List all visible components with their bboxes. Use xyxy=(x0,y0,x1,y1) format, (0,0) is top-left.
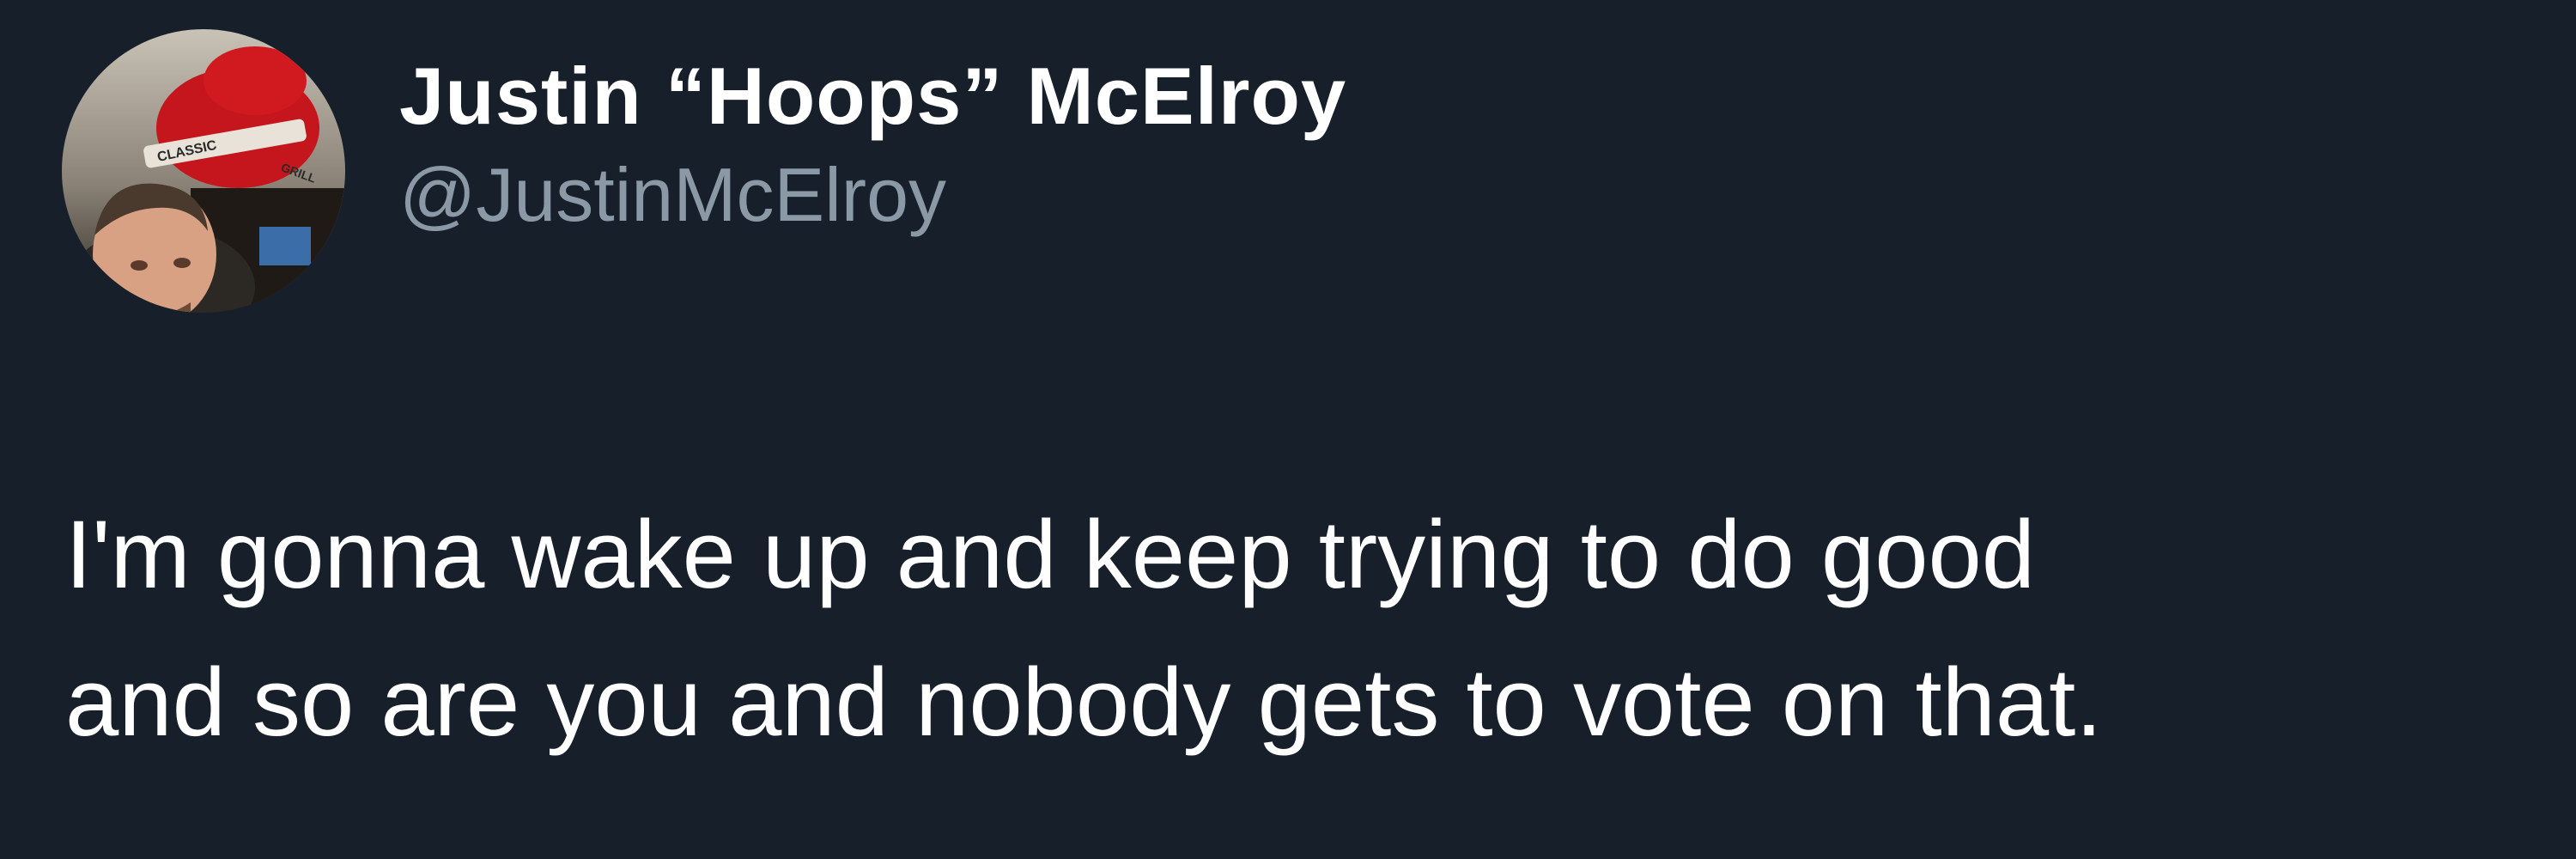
tweet-text: I'm gonna wake up and keep trying to do … xyxy=(65,481,2521,777)
avatar-photo-icon: CLASSIC GRILL xyxy=(62,29,345,313)
tweet-card: CLASSIC GRILL Justin “Hoops” McElroy @Ju… xyxy=(0,0,2576,859)
display-name[interactable]: Justin “Hoops” McElroy xyxy=(399,50,1346,143)
avatar[interactable]: CLASSIC GRILL xyxy=(62,29,345,313)
tweet-text-line: I'm gonna wake up and keep trying to do … xyxy=(65,501,2036,608)
author-block: Justin “Hoops” McElroy @JustinMcElroy xyxy=(399,50,1346,238)
user-handle[interactable]: @JustinMcElroy xyxy=(399,151,1346,238)
tweet-text-line: and so are you and nobody gets to vote o… xyxy=(65,649,2103,756)
